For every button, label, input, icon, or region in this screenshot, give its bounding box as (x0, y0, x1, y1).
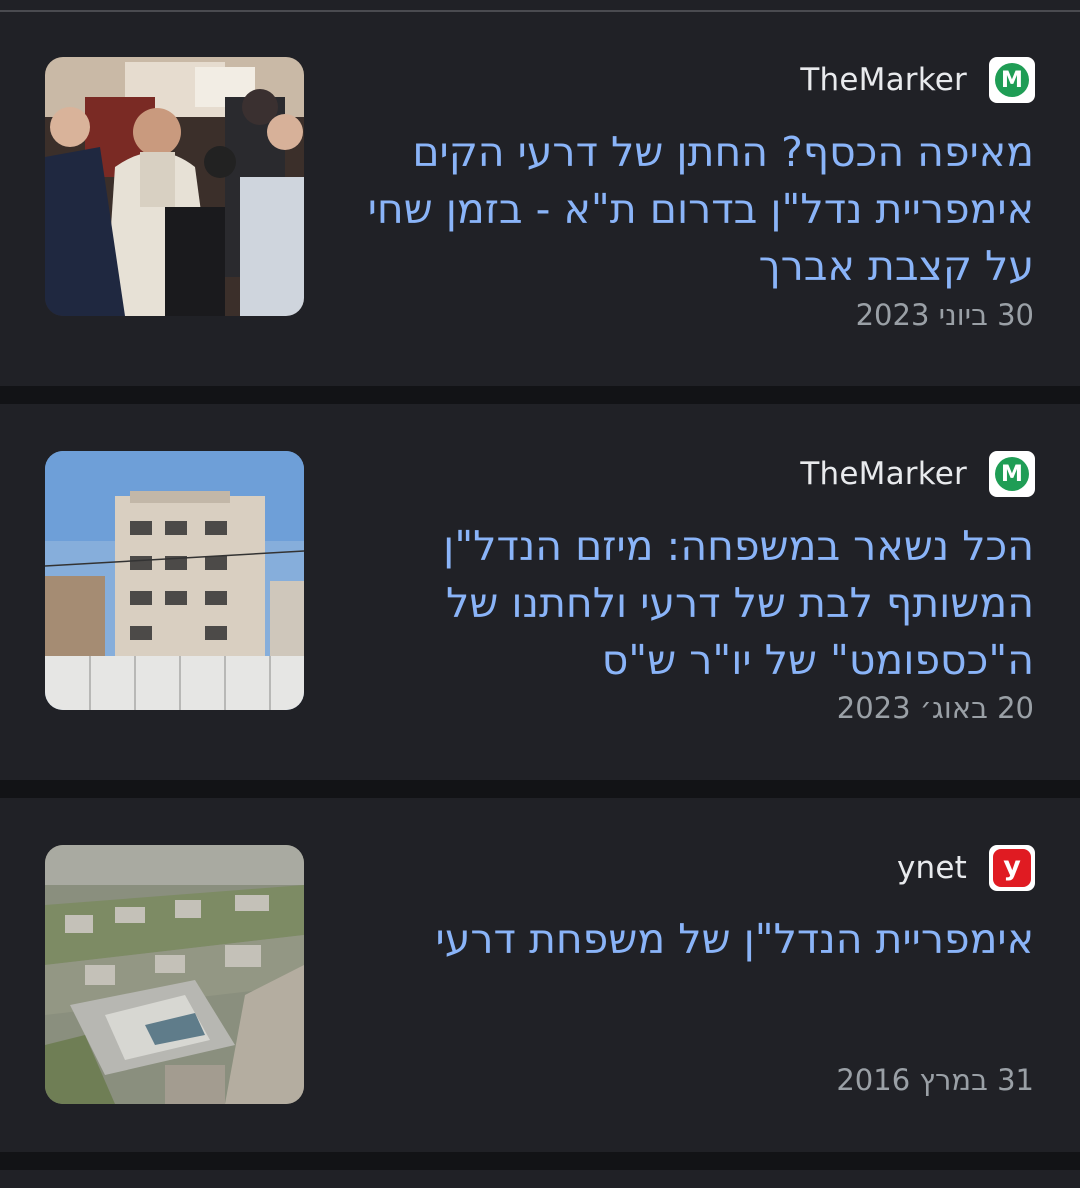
source-name: TheMarker (800, 456, 967, 492)
article-date: 20 באוג׳ 2023 (836, 691, 1034, 725)
themarker-logo-icon: M (989, 57, 1035, 103)
next-card-edge (0, 1170, 1080, 1188)
article-date: 30 ביוני 2023 (855, 298, 1034, 332)
article-headline-link[interactable]: אימפריית הנדל"ן של משפחת דרעי (354, 911, 1034, 968)
source-row[interactable]: TheMarker M (800, 57, 1035, 103)
article-headline-link[interactable]: הכל נשאר במשפחה: מיזם הנדל"ן המשותף לבת … (354, 518, 1034, 689)
ynet-logo-letter: y (993, 849, 1031, 887)
news-card[interactable]: TheMarker M הכל נשאר במשפחה: מיזם הנדל"ן… (0, 404, 1080, 780)
news-results-page: TheMarker M מאיפה הכסף? החתן של דרעי הקי… (0, 0, 1080, 1188)
news-card[interactable]: TheMarker M מאיפה הכסף? החתן של דרעי הקי… (0, 12, 1080, 386)
news-card[interactable]: ynet y אימפריית הנדל"ן של משפחת דרעי 31 … (0, 798, 1080, 1152)
wedding-ceremony-photo[interactable] (45, 57, 304, 316)
article-headline-link[interactable]: מאיפה הכסף? החתן של דרעי הקים אימפריית נ… (354, 124, 1034, 295)
themarker-logo-icon: M (989, 451, 1035, 497)
source-row[interactable]: ynet y (897, 845, 1035, 891)
source-name: ynet (896, 850, 967, 886)
apartment-building-photo[interactable] (45, 451, 304, 710)
top-divider (0, 0, 1080, 12)
ynet-logo-icon: y (989, 845, 1035, 891)
source-row[interactable]: TheMarker M (800, 451, 1035, 497)
themarker-logo-letter: M (995, 63, 1029, 97)
source-name: TheMarker (800, 62, 967, 98)
aerial-neighborhood-photo[interactable] (45, 845, 304, 1104)
themarker-logo-letter: M (995, 457, 1029, 491)
article-date: 31 במרץ 2016 (836, 1063, 1034, 1097)
